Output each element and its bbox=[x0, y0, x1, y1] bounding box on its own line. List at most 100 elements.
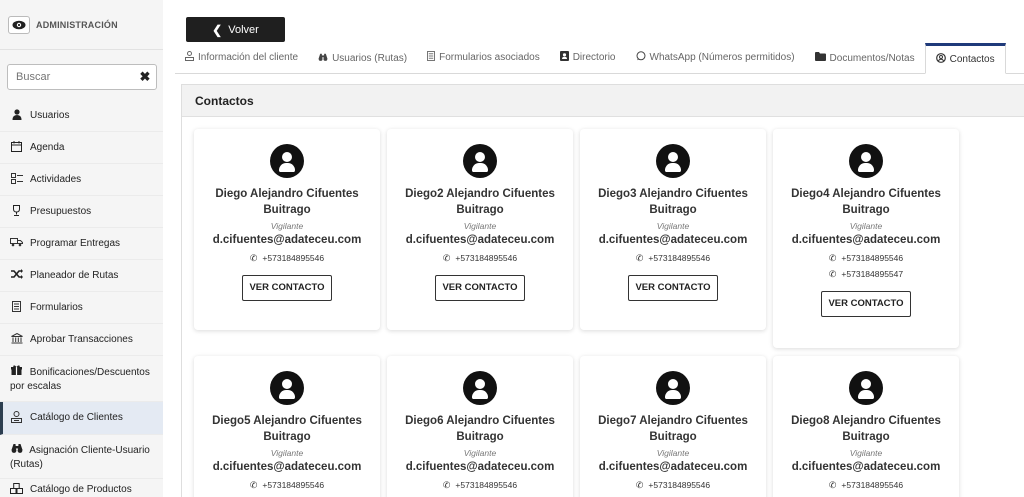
tab-informacion-cliente[interactable]: Información del cliente bbox=[175, 51, 308, 73]
contact-role: Vigilante bbox=[656, 448, 690, 458]
contact-name: Diego3 Alejandro Cifuentes Buitrago bbox=[598, 188, 748, 216]
sidebar-item-planeador-rutas[interactable]: Planeador de Rutas bbox=[0, 260, 163, 292]
contact-role: Vigilante bbox=[270, 448, 304, 458]
clear-icon[interactable]: ✖ bbox=[134, 69, 156, 85]
sidebar-item-label: Agenda bbox=[30, 142, 65, 153]
contact-card: Diego8 Alejandro Cifuentes Buitrago Vigi… bbox=[773, 356, 959, 497]
avatar-icon bbox=[270, 144, 304, 178]
sidebar-nav: Usuarios Agenda Actividades Presupuestos… bbox=[0, 99, 163, 497]
back-button-label: Volver bbox=[228, 23, 259, 36]
contact-email: d.cifuentes@adateceu.com bbox=[212, 234, 362, 246]
phone-icon: ✆ bbox=[828, 269, 837, 279]
user-icon bbox=[10, 109, 23, 124]
avatar-icon bbox=[656, 144, 690, 178]
tab-usuarios-rutas[interactable]: Usuarios (Rutas) bbox=[308, 53, 417, 73]
contact-card: Diego2 Alejandro Cifuentes Buitrago Vigi… bbox=[387, 129, 573, 330]
avatar-icon bbox=[849, 144, 883, 178]
avatar-icon bbox=[270, 371, 304, 405]
tab-label: Documentos/Notas bbox=[829, 52, 915, 64]
whatsapp-number: +573184895546 bbox=[262, 480, 325, 490]
admin-header[interactable]: ADMINISTRACIÓN bbox=[0, 0, 163, 50]
sidebar-item-label: Aprobar Transacciones bbox=[30, 334, 133, 345]
truck-icon bbox=[10, 237, 23, 251]
whatsapp-icon: ✆ bbox=[828, 253, 837, 263]
contact-name: Diego Alejandro Cifuentes Buitrago bbox=[215, 188, 359, 216]
view-contact-button[interactable]: VER CONTACTO bbox=[242, 275, 332, 301]
sidebar-item-agenda[interactable]: Agenda bbox=[0, 132, 163, 164]
whatsapp-icon: ✆ bbox=[442, 253, 451, 263]
tab-label: Formularios asociados bbox=[439, 52, 540, 63]
contact-role: Vigilante bbox=[849, 448, 883, 458]
sidebar-item-actividades[interactable]: Actividades bbox=[0, 164, 163, 196]
tab-whatsapp[interactable]: WhatsApp (Números permitidos) bbox=[626, 51, 805, 73]
folder-icon bbox=[814, 52, 826, 64]
view-contact-button[interactable]: VER CONTACTO bbox=[821, 291, 911, 317]
contact-role: Vigilante bbox=[656, 221, 690, 231]
contact-email: d.cifuentes@adateceu.com bbox=[598, 461, 748, 473]
directory-icon bbox=[559, 51, 569, 64]
sidebar-item-catalogo-productos[interactable]: Catálogo de Productos bbox=[0, 479, 163, 497]
contact-name: Diego8 Alejandro Cifuentes Buitrago bbox=[791, 415, 941, 443]
gift-icon bbox=[10, 365, 23, 379]
sidebar-item-label: Planeador de Rutas bbox=[30, 270, 119, 281]
sidebar-item-label: Catálogo de Productos bbox=[30, 484, 132, 495]
sidebar-item-label: Catálogo de Clientes bbox=[30, 412, 123, 423]
tab-label: Directorio bbox=[572, 52, 616, 63]
tab-contactos[interactable]: Contactos bbox=[924, 43, 1006, 74]
contact-whatsapp: ✆ +573184895546 bbox=[194, 253, 380, 264]
sidebar-item-usuarios[interactable]: Usuarios bbox=[0, 99, 163, 132]
tab-formularios-asociados[interactable]: Formularios asociados bbox=[417, 51, 550, 73]
whatsapp-number: +573184895546 bbox=[455, 480, 518, 490]
contact-role: Vigilante bbox=[270, 221, 304, 231]
contact-card: Diego4 Alejandro Cifuentes Buitrago Vigi… bbox=[773, 129, 959, 348]
whatsapp-number: +573184895546 bbox=[455, 253, 518, 263]
sidebar-item-label: Usuarios bbox=[30, 110, 70, 121]
contact-whatsapp: ✆ +573184895546 bbox=[580, 480, 766, 491]
sidebar-item-formularios[interactable]: Formularios bbox=[0, 292, 163, 324]
sidebar-item-bonificaciones[interactable]: Bonificaciones/Descuentos por escalas bbox=[0, 356, 163, 402]
view-contact-button[interactable]: VER CONTACTO bbox=[435, 275, 525, 301]
avatar-icon bbox=[463, 371, 497, 405]
sidebar-item-label: Programar Entregas bbox=[30, 238, 121, 249]
view-contact-button[interactable]: VER CONTACTO bbox=[628, 275, 718, 301]
whatsapp-icon bbox=[636, 51, 646, 64]
contacts-panel: Contactos Diego Alejandro Cifuentes Buit… bbox=[181, 84, 1024, 497]
contact-name: Diego4 Alejandro Cifuentes Buitrago bbox=[791, 188, 941, 216]
sidebar-item-label: Bonificaciones/Descuentos por escalas bbox=[10, 367, 150, 392]
search-input[interactable] bbox=[8, 66, 134, 88]
user-circle-icon bbox=[935, 53, 946, 66]
contact-name: Diego5 Alejandro Cifuentes Buitrago bbox=[212, 415, 362, 443]
search-box: ✖ bbox=[7, 64, 157, 90]
tab-label: Contactos bbox=[949, 54, 995, 65]
contact-card: Diego6 Alejandro Cifuentes Buitrago Vigi… bbox=[387, 356, 573, 497]
sidebar-item-programar-entregas[interactable]: Programar Entregas bbox=[0, 228, 163, 260]
sidebar-item-catalogo-clientes[interactable]: Catálogo de Clientes bbox=[0, 402, 163, 435]
contact-email: d.cifuentes@adateceu.com bbox=[791, 461, 941, 473]
tab-directorio[interactable]: Directorio bbox=[550, 51, 626, 73]
whatsapp-number: +573184895546 bbox=[648, 480, 711, 490]
contact-role: Vigilante bbox=[849, 221, 883, 231]
contact-card: Diego7 Alejandro Cifuentes Buitrago Vigi… bbox=[580, 356, 766, 497]
contact-email: d.cifuentes@adateceu.com bbox=[212, 461, 362, 473]
eye-icon[interactable] bbox=[8, 15, 30, 34]
contact-role: Vigilante bbox=[463, 221, 497, 231]
sidebar-item-label: Actividades bbox=[30, 174, 82, 185]
sidebar: ADMINISTRACIÓN ✖ Usuarios Agenda Activid… bbox=[0, 0, 163, 497]
chevron-left-icon: ❮ bbox=[212, 22, 223, 37]
contact-name: Diego7 Alejandro Cifuentes Buitrago bbox=[598, 415, 748, 443]
contact-role: Vigilante bbox=[463, 448, 497, 458]
bank-icon bbox=[10, 332, 23, 348]
tab-label: WhatsApp (Números permitidos) bbox=[649, 52, 795, 63]
contact-email: d.cifuentes@adateceu.com bbox=[598, 234, 748, 246]
sidebar-item-asignacion-cliente-usuario[interactable]: Asignación Cliente-Usuario (Rutas) bbox=[0, 435, 163, 479]
contact-whatsapp: ✆ +573184895546 bbox=[773, 253, 959, 264]
avatar-icon bbox=[656, 371, 690, 405]
back-button[interactable]: ❮ Volver bbox=[186, 17, 285, 42]
contact-phone: ✆ +573184895547 bbox=[773, 269, 959, 280]
whatsapp-icon: ✆ bbox=[635, 253, 644, 263]
sidebar-item-aprobar-transacciones[interactable]: Aprobar Transacciones bbox=[0, 324, 163, 356]
tab-documentos-notas[interactable]: Documentos/Notas bbox=[805, 52, 925, 73]
whatsapp-icon: ✆ bbox=[635, 480, 644, 490]
client-info-icon bbox=[185, 51, 194, 64]
sidebar-item-presupuestos[interactable]: Presupuestos bbox=[0, 196, 163, 228]
